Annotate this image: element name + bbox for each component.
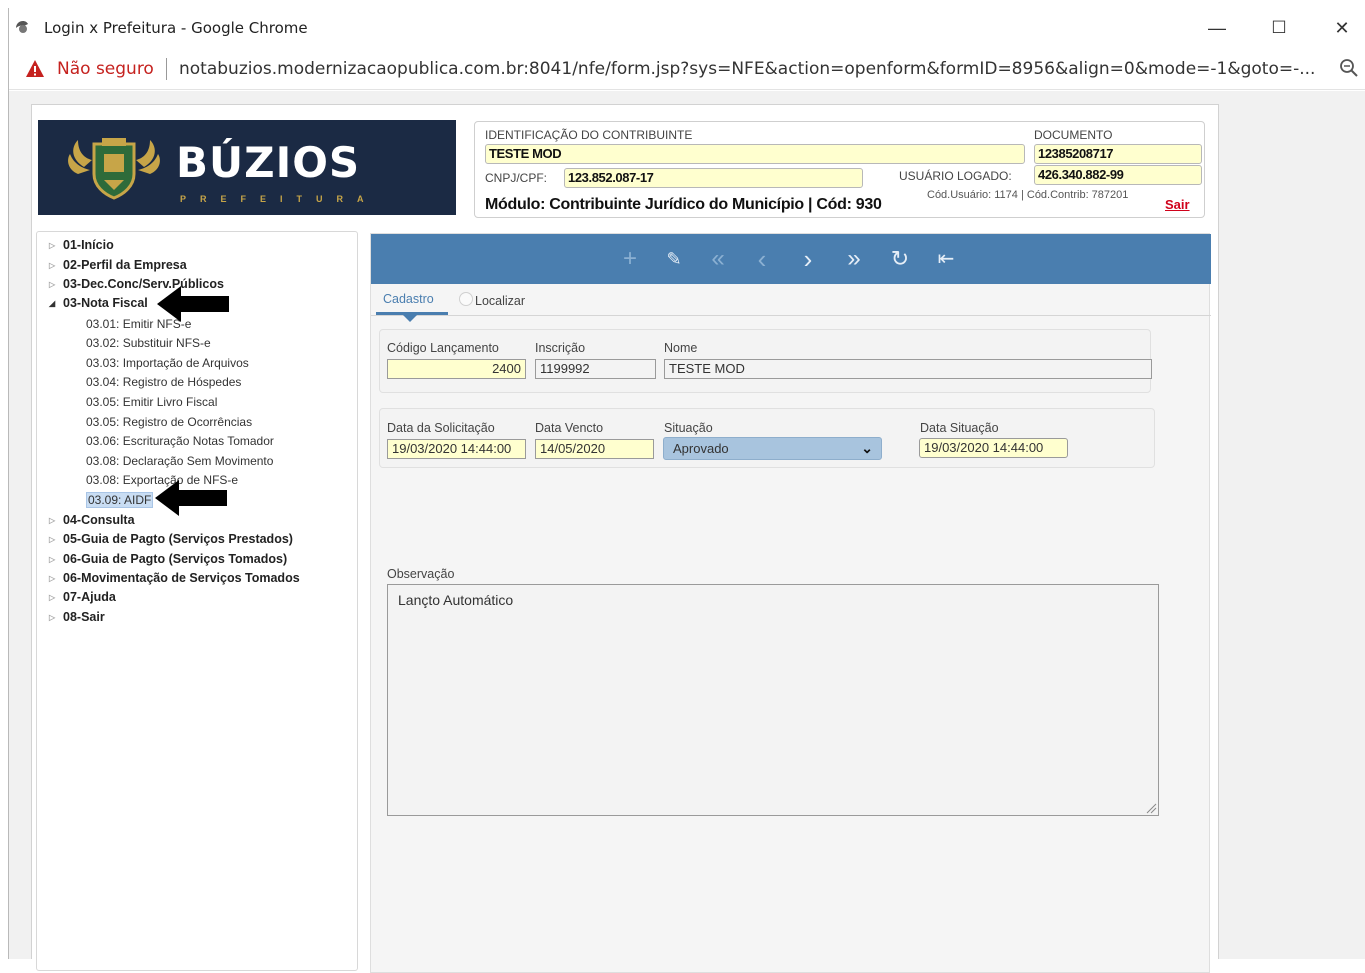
expand-arrow-icon[interactable]: ▷ bbox=[49, 241, 63, 250]
data-solicitacao-label: Data da Solicitação bbox=[387, 421, 495, 435]
data-solicitacao-input[interactable]: 19/03/2020 14:44:00 bbox=[387, 439, 526, 459]
menu-item-movimentacao[interactable]: ▷ 06-Movimentação de Serviços Tomados bbox=[49, 571, 300, 585]
page-viewport: BÚZIOS PREFEITURA IDENTIFICAÇÃO DO CONTR… bbox=[9, 91, 1365, 973]
resize-handle-icon[interactable] bbox=[1145, 802, 1157, 814]
window-title: Login x Prefeitura - Google Chrome bbox=[44, 19, 308, 37]
menu-child-hospedes[interactable]: 03.04: Registro de Hóspedes bbox=[86, 375, 241, 389]
id-label: IDENTIFICAÇÃO DO CONTRIBUINTE bbox=[485, 128, 693, 142]
address-bar[interactable]: Não seguro notabuzios.modernizacaopublic… bbox=[9, 48, 1365, 90]
warning-icon[interactable] bbox=[25, 59, 45, 79]
inscricao-input[interactable]: 1199992 bbox=[535, 359, 656, 379]
menu-item-ajuda[interactable]: ▷ 07-Ajuda bbox=[49, 590, 116, 604]
data-vencto-input[interactable]: 14/05/2020 bbox=[535, 439, 654, 459]
form-panel: + ✎ « ‹ › » ↻ ⇤ Cadastro Localizar Códig… bbox=[370, 233, 1211, 973]
refresh-icon[interactable]: ↻ bbox=[887, 246, 913, 272]
group-identificacao: Código Lançamento 2400 Inscrição 1199992… bbox=[379, 329, 1152, 393]
chevron-down-icon[interactable]: ⌄ bbox=[861, 440, 873, 457]
inscricao-label: Inscrição bbox=[535, 341, 586, 355]
menu-item-nota-fiscal[interactable]: ◢ 03-Nota Fiscal bbox=[49, 296, 148, 310]
expand-arrow-icon[interactable]: ▷ bbox=[49, 613, 63, 622]
sair-link[interactable]: Sair bbox=[1165, 197, 1190, 212]
page-content: BÚZIOS PREFEITURA IDENTIFICAÇÃO DO CONTR… bbox=[31, 104, 1219, 973]
close-button[interactable]: ✕ bbox=[1322, 14, 1362, 42]
doc-field[interactable]: 12385208717 bbox=[1034, 144, 1202, 164]
collapse-arrow-icon[interactable]: ◢ bbox=[49, 299, 63, 308]
buzios-logo: BÚZIOS PREFEITURA bbox=[38, 120, 456, 215]
codigo-input[interactable]: 2400 bbox=[387, 359, 526, 379]
situacao-value: Aprovado bbox=[673, 441, 729, 456]
cnpj-label: CNPJ/CPF: bbox=[485, 171, 548, 185]
menu-child-ocorrencias[interactable]: 03.05: Registro de Ocorrências bbox=[86, 415, 252, 429]
expand-arrow-icon[interactable]: ▷ bbox=[49, 261, 63, 270]
situacao-label: Situação bbox=[664, 421, 713, 435]
menu-child-importacao[interactable]: 03.03: Importação de Arquivos bbox=[86, 356, 249, 370]
maximize-button[interactable]: ☐ bbox=[1259, 14, 1299, 42]
codigo-label: Código Lançamento bbox=[387, 341, 499, 355]
id-field[interactable]: TESTE MOD bbox=[485, 144, 1025, 164]
expand-arrow-icon[interactable]: ▷ bbox=[49, 516, 63, 525]
menu-tree: ▷ 01-Início ▷ 02-Perfil da Empresa ▷ 03-Dec… bbox=[36, 231, 358, 971]
modulo-text: Módulo: Contribuinte Jurídico do Municíp… bbox=[485, 196, 882, 213]
cnpj-field[interactable]: 123.852.087-17 bbox=[564, 168, 863, 188]
menu-item-sair[interactable]: ▷ 08-Sair bbox=[49, 610, 105, 624]
user-field[interactable]: 426.340.882-99 bbox=[1034, 165, 1202, 185]
next-record-icon[interactable]: › bbox=[795, 246, 821, 272]
tab-cadastro[interactable]: Cadastro bbox=[383, 292, 434, 306]
browser-window: Login x Prefeitura - Google Chrome — ☐ ✕… bbox=[8, 8, 1365, 973]
tab-pointer bbox=[403, 315, 417, 322]
menu-item-guia-prestados[interactable]: ▷ 05-Guia de Pagto (Serviços Prestados) bbox=[49, 532, 293, 546]
menu-item-perfil[interactable]: ▷ 02-Perfil da Empresa bbox=[49, 258, 187, 272]
expand-arrow-icon[interactable]: ▷ bbox=[49, 593, 63, 602]
doc-label: DOCUMENTO bbox=[1034, 128, 1113, 142]
data-vencto-label: Data Vencto bbox=[535, 421, 604, 435]
situacao-select[interactable]: Aprovado ⌄ bbox=[663, 437, 882, 460]
tab-localizar-radio[interactable] bbox=[459, 292, 473, 306]
menu-child-aidf[interactable]: 03.09: AIDF bbox=[86, 492, 154, 508]
add-icon[interactable]: + bbox=[617, 246, 643, 272]
data-situacao-label: Data Situação bbox=[920, 421, 999, 435]
logo-subtitle: PREFEITURA bbox=[180, 194, 378, 204]
observacao-label: Observação bbox=[387, 567, 455, 581]
logo-brand: BÚZIOS bbox=[176, 138, 361, 187]
first-record-icon[interactable]: « bbox=[705, 246, 731, 272]
nome-input[interactable]: TESTE MOD bbox=[664, 359, 1152, 379]
nome-label: Nome bbox=[664, 341, 698, 355]
observacao-textarea[interactable]: Lançto Automático bbox=[387, 584, 1159, 816]
menu-child-livro-fiscal[interactable]: 03.05: Emitir Livro Fiscal bbox=[86, 395, 217, 409]
expand-arrow-icon[interactable]: ▷ bbox=[49, 535, 63, 544]
chrome-app-icon bbox=[16, 21, 28, 33]
address-separator bbox=[166, 58, 167, 80]
tab-localizar[interactable]: Localizar bbox=[475, 294, 525, 308]
menu-child-escrituracao[interactable]: 03.06: Escrituração Notas Tomador bbox=[86, 434, 274, 448]
menu-child-sem-movimento[interactable]: 03.08: Declaração Sem Movimento bbox=[86, 454, 273, 468]
pointer-arrow-icon bbox=[157, 286, 229, 322]
contribuinte-box: IDENTIFICAÇÃO DO CONTRIBUINTE TESTE MOD … bbox=[474, 121, 1205, 218]
edit-icon[interactable]: ✎ bbox=[661, 246, 687, 272]
expand-arrow-icon[interactable]: ▷ bbox=[49, 555, 63, 564]
last-record-icon[interactable]: » bbox=[841, 246, 867, 272]
menu-item-guia-tomados[interactable]: ▷ 06-Guia de Pagto (Serviços Tomados) bbox=[49, 552, 287, 566]
user-label: USUÁRIO LOGADO: bbox=[899, 169, 1012, 183]
title-bar: Login x Prefeitura - Google Chrome — ☐ ✕ bbox=[9, 8, 1365, 48]
exit-icon[interactable]: ⇤ bbox=[933, 246, 959, 272]
pointer-arrow-icon bbox=[155, 480, 227, 516]
prev-record-icon[interactable]: ‹ bbox=[749, 246, 775, 272]
menu-child-substituir[interactable]: 03.02: Substituir NFS-e bbox=[86, 336, 211, 350]
menu-item-inicio[interactable]: ▷ 01-Início bbox=[49, 238, 114, 252]
zoom-icon[interactable] bbox=[1339, 58, 1359, 78]
menu-item-consulta[interactable]: ▷ 04-Consulta bbox=[49, 513, 135, 527]
cod-info-text: Cód.Usuário: 1174 | Cód.Contrib: 787201 bbox=[927, 189, 1129, 201]
url-text[interactable]: notabuzios.modernizacaopublica.com.br:80… bbox=[179, 59, 1319, 79]
group-datas: Data da Solicitação 19/03/2020 14:44:00 … bbox=[379, 408, 1155, 468]
coat-of-arms-icon bbox=[68, 138, 160, 200]
data-situacao-input[interactable]: 19/03/2020 14:44:00 bbox=[919, 438, 1068, 458]
record-toolbar: + ✎ « ‹ › » ↻ ⇤ bbox=[371, 234, 1211, 284]
expand-arrow-icon[interactable]: ▷ bbox=[49, 280, 63, 289]
form-tabs: Cadastro Localizar bbox=[371, 284, 1211, 322]
minimize-button[interactable]: — bbox=[1197, 14, 1237, 42]
not-secure-label[interactable]: Não seguro bbox=[57, 59, 154, 79]
expand-arrow-icon[interactable]: ▷ bbox=[49, 574, 63, 583]
